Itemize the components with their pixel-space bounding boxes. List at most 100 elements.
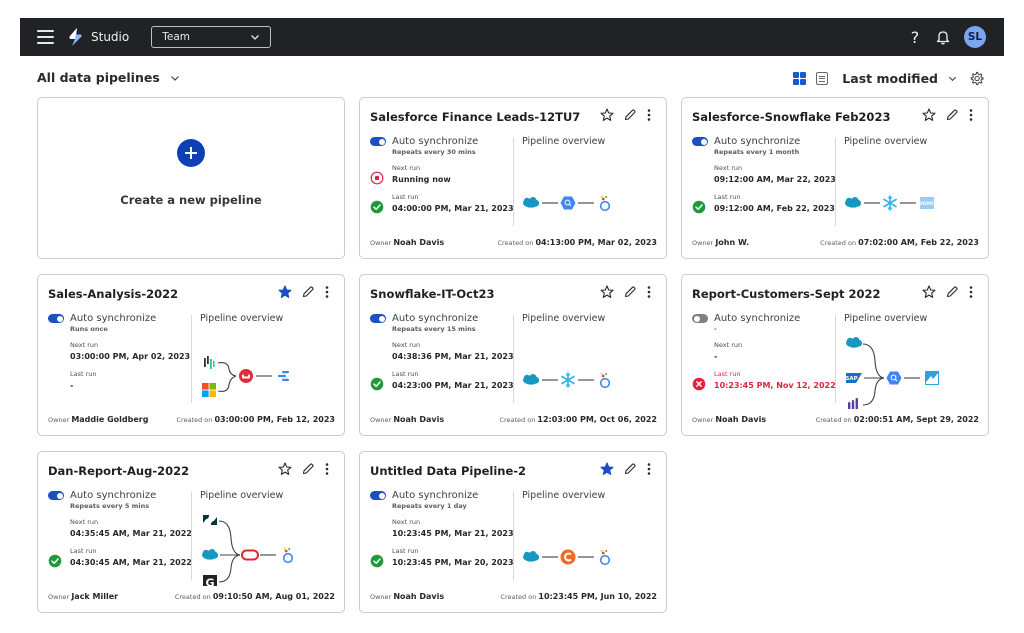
divider xyxy=(513,315,514,403)
page-title: All data pipelines xyxy=(37,70,160,85)
last-run-value: 09:12:00 AM, Feb 22, 2023 xyxy=(714,204,835,213)
coupa-icon xyxy=(560,549,576,565)
edit-icon[interactable] xyxy=(623,462,637,476)
last-run-success-icon xyxy=(370,200,384,214)
datadog-icon xyxy=(204,356,215,369)
avatar[interactable]: SL xyxy=(964,26,986,48)
pipeline-overview-label: Pipeline overview xyxy=(844,136,928,147)
domo-icon: DOMO xyxy=(919,197,935,209)
more-options-icon[interactable] xyxy=(646,462,652,476)
oracle-icon xyxy=(241,549,259,561)
auto-sync-toggle[interactable] xyxy=(692,314,708,323)
next-run-value: - xyxy=(714,352,718,361)
star-icon[interactable] xyxy=(922,108,936,122)
more-options-icon[interactable] xyxy=(968,285,974,299)
pipeline-card[interactable]: Salesforce-Snowflake Feb2023 Auto synchr… xyxy=(681,97,989,259)
last-run-success-icon xyxy=(692,200,706,214)
edit-icon[interactable] xyxy=(301,462,315,476)
segment-icon xyxy=(848,398,858,409)
edit-icon[interactable] xyxy=(623,285,637,299)
grid-view-icon[interactable] xyxy=(793,71,807,85)
pipeline-overview-label: Pipeline overview xyxy=(844,313,928,324)
created-on-label: Created on xyxy=(820,239,857,247)
auto-sync-label: Auto synchronize xyxy=(392,490,479,501)
studio-logo-icon xyxy=(69,28,82,46)
more-options-icon[interactable] xyxy=(968,108,974,122)
merge-connector xyxy=(218,554,241,583)
merge-connector xyxy=(862,377,885,406)
owner-name: Maddie Goldberg xyxy=(71,415,149,424)
looker-icon xyxy=(599,195,611,212)
chevron-down-icon xyxy=(948,76,957,81)
last-run: Last run 09:12:00 AM, Feb 22, 2023 xyxy=(692,193,835,214)
more-options-icon[interactable] xyxy=(646,108,652,122)
snowflake-icon xyxy=(883,195,897,211)
auto-sync-toggle[interactable] xyxy=(48,491,64,500)
pipeline-overview-label: Pipeline overview xyxy=(522,313,606,324)
svg-text:SAP: SAP xyxy=(845,376,857,382)
auto-sync-toggle[interactable] xyxy=(48,314,64,323)
owner: Owner Noah Davis xyxy=(370,592,444,601)
more-options-icon[interactable] xyxy=(646,285,652,299)
pipeline-card[interactable]: Sales-Analysis-2022 Auto synchronize Run… xyxy=(37,274,345,436)
menu-icon[interactable] xyxy=(37,30,54,44)
owner-name: Noah Davis xyxy=(393,592,445,601)
auto-sync-toggle[interactable] xyxy=(370,137,386,146)
pipeline-card[interactable]: Snowflake-IT-Oct23 Auto synchronize Repe… xyxy=(359,274,667,436)
sort-label: Last modified xyxy=(842,70,938,86)
sort-dropdown[interactable]: Last modified xyxy=(842,71,957,86)
edit-icon[interactable] xyxy=(945,108,959,122)
auto-sync-label: Auto synchronize xyxy=(392,136,479,147)
next-run-value: 10:23:45 PM, Mar 21, 2023 xyxy=(392,529,514,538)
star-icon[interactable] xyxy=(278,462,292,476)
owner: Owner Noah Davis xyxy=(692,415,766,424)
add-icon xyxy=(177,139,205,167)
bell-icon[interactable] xyxy=(936,29,950,45)
next-run-label: Next run xyxy=(714,164,743,172)
svg-text:G: G xyxy=(205,577,214,587)
next-run-value: Running now xyxy=(392,175,451,184)
edit-icon[interactable] xyxy=(945,285,959,299)
next-run-running-icon xyxy=(370,171,384,185)
pipeline-card[interactable]: Untitled Data Pipeline-2 Auto synchroniz… xyxy=(359,451,667,613)
last-run-label: Last run xyxy=(714,370,741,378)
zoho-analytics-icon xyxy=(925,371,939,385)
next-run-value: 04:35:45 AM, Mar 21, 2022 xyxy=(70,529,192,538)
auto-sync-toggle[interactable] xyxy=(370,491,386,500)
last-run-value: 10:23:45 PM, Nov 12, 2022 xyxy=(714,381,836,390)
create-pipeline-card[interactable]: Create a new pipeline xyxy=(37,97,345,259)
divider xyxy=(191,315,192,403)
owner-label: Owner xyxy=(370,416,392,424)
team-select[interactable]: Team xyxy=(151,26,272,48)
auto-sync-toggle[interactable] xyxy=(370,314,386,323)
repeat-schedule: Repeats every 1 day xyxy=(392,502,467,510)
next-run-value: 04:38:36 PM, Mar 21, 2023 xyxy=(392,352,514,361)
pipeline-flow-diagram xyxy=(523,195,611,212)
pipeline-card[interactable]: Dan-Report-Aug-2022 Auto synchronize Rep… xyxy=(37,451,345,613)
auto-sync-label: Auto synchronize xyxy=(714,313,801,324)
star-filled-icon[interactable] xyxy=(278,285,292,299)
star-icon[interactable] xyxy=(922,285,936,299)
edit-icon[interactable] xyxy=(301,285,315,299)
more-options-icon[interactable] xyxy=(324,285,330,299)
list-view-icon[interactable] xyxy=(816,71,829,85)
edit-icon[interactable] xyxy=(623,108,637,122)
pipeline-title: Snowflake-IT-Oct23 xyxy=(370,287,495,301)
repeat-schedule: Repeats every 1 month xyxy=(714,148,800,156)
last-run-label: Last run xyxy=(392,193,419,201)
owner-name: Noah Davis xyxy=(715,415,767,424)
salesforce-icon xyxy=(845,197,861,208)
gear-icon[interactable] xyxy=(969,71,984,86)
pipelines-filter-dropdown[interactable]: All data pipelines xyxy=(37,70,180,85)
star-icon[interactable] xyxy=(600,108,614,122)
more-options-icon[interactable] xyxy=(324,462,330,476)
help-icon[interactable]: ? xyxy=(908,28,922,47)
pipeline-card[interactable]: Salesforce Finance Leads-12TU7 Auto sync… xyxy=(359,97,667,259)
auto-sync-toggle[interactable] xyxy=(692,137,708,146)
pipeline-card[interactable]: Report-Customers-Sept 2022 Auto synchron… xyxy=(681,274,989,436)
star-icon[interactable] xyxy=(600,285,614,299)
star-filled-icon[interactable] xyxy=(600,462,614,476)
gorgias-icon: G xyxy=(203,575,217,586)
created-on: Created on 12:03:00 PM, Oct 06, 2022 xyxy=(499,415,657,424)
last-run-label: Last run xyxy=(70,370,97,378)
